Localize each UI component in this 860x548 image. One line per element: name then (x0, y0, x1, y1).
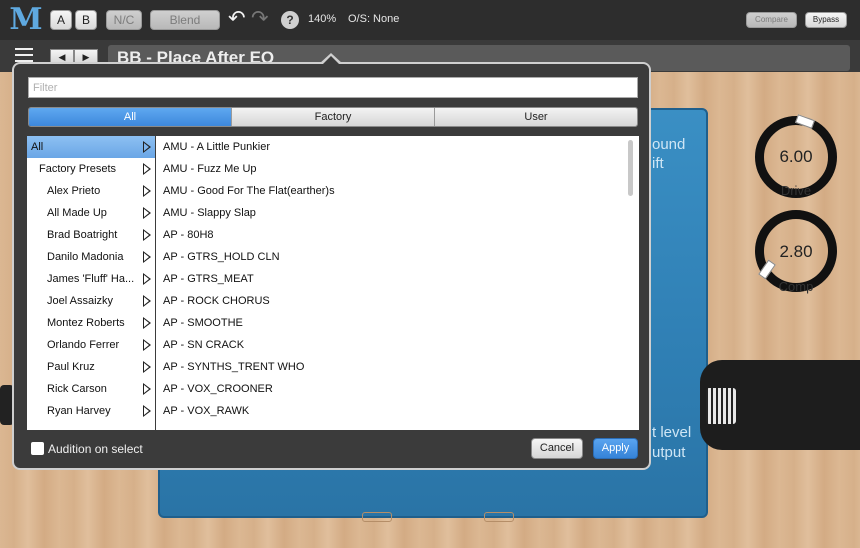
preset-list: AMU - A Little Punkier AMU - Fuzz Me Up … (159, 136, 639, 430)
expand-arrow-icon (143, 383, 151, 395)
list-item[interactable]: AMU - Slappy Slap (159, 202, 639, 224)
tab-factory[interactable]: Factory (232, 108, 435, 126)
pedal-text: ound (652, 136, 686, 153)
top-toolbar: M A B N/C Blend ↶ ↷ ? 140% O/S: None Com… (0, 0, 860, 40)
expand-arrow-icon (143, 163, 151, 175)
category-item[interactable]: All (27, 136, 155, 158)
expand-arrow-icon (143, 317, 151, 329)
expand-arrow-icon (143, 207, 151, 219)
list-item[interactable]: AMU - Fuzz Me Up (159, 158, 639, 180)
b-button[interactable]: B (75, 10, 97, 30)
popup-pointer-inner (322, 56, 340, 65)
preset-scrollbar-thumb[interactable] (628, 140, 633, 196)
drive-value: 6.00 (779, 147, 813, 166)
list-item[interactable]: AMU - A Little Punkier (159, 136, 639, 158)
category-item[interactable]: James 'Fluff' Ha... (27, 268, 155, 290)
screw (484, 512, 514, 522)
pedal-text: t level (652, 424, 692, 441)
undo-arrow-icon[interactable]: ↶ (228, 8, 246, 30)
plugin-logo: M (9, 2, 43, 37)
list-item[interactable]: AP - SMOOTHE (159, 312, 639, 334)
list-item[interactable]: AP - SYNTHS_TRENT WHO (159, 356, 639, 378)
expand-arrow-icon (143, 339, 151, 351)
source-tabs: All Factory User (28, 107, 638, 127)
tab-all[interactable]: All (29, 108, 232, 126)
comp-value: 2.80 (779, 242, 813, 261)
category-item[interactable]: Ryan Harvey (27, 400, 155, 422)
menu-icon[interactable] (15, 48, 33, 62)
expand-arrow-icon (143, 273, 151, 285)
comp-label: Comp (778, 279, 814, 294)
help-icon[interactable]: ? (281, 11, 299, 29)
bypass-button[interactable]: Bypass (805, 12, 847, 28)
oversampling-status[interactable]: O/S: None (348, 13, 399, 25)
nc-button[interactable]: N/C (106, 10, 142, 30)
category-item[interactable]: Rick Carson (27, 378, 155, 400)
expand-arrow-icon (143, 185, 151, 197)
blend-button[interactable]: Blend (150, 10, 220, 30)
list-item[interactable]: AP - GTRS_MEAT (159, 268, 639, 290)
category-item[interactable]: Joel Assaizky (27, 290, 155, 312)
category-item[interactable]: Paul Kruz (27, 356, 155, 378)
expand-arrow-icon (143, 251, 151, 263)
category-item[interactable]: Montez Roberts (27, 312, 155, 334)
category-item[interactable]: Factory Presets (27, 158, 155, 180)
expand-arrow-icon (143, 141, 151, 153)
filter-input[interactable] (28, 77, 638, 98)
tab-user[interactable]: User (435, 108, 637, 126)
list-item[interactable]: AP - GTRS_HOLD CLN (159, 246, 639, 268)
screw (362, 512, 392, 522)
expand-arrow-icon (143, 229, 151, 241)
category-item[interactable]: Orlando Ferrer (27, 334, 155, 356)
checkbox-box[interactable] (31, 442, 44, 455)
list-item[interactable]: AP - VOX_RAWK (159, 400, 639, 422)
expand-arrow-icon (143, 295, 151, 307)
list-item[interactable]: AP - ROCK CHORUS (159, 290, 639, 312)
category-list: All Factory Presets Alex Prieto All Made… (27, 136, 155, 430)
xlr-connector (706, 388, 736, 424)
list-item[interactable]: AP - SN CRACK (159, 334, 639, 356)
list-item[interactable]: AMU - Good For The Flat(earther)s (159, 180, 639, 202)
category-item[interactable]: Danilo Madonia (27, 246, 155, 268)
pedal-text: utput (652, 444, 686, 461)
list-item[interactable]: AP - VOX_CROONER (159, 378, 639, 400)
audition-checkbox[interactable]: Audition on select (31, 442, 143, 456)
apply-button[interactable]: Apply (593, 438, 638, 459)
a-button[interactable]: A (50, 10, 72, 30)
category-item[interactable]: All Made Up (27, 202, 155, 224)
category-item[interactable]: Brad Boatright (27, 224, 155, 246)
drive-label: Drive (780, 183, 812, 198)
compare-button[interactable]: Compare (746, 12, 797, 28)
list-item[interactable]: AP - 80H8 (159, 224, 639, 246)
expand-arrow-icon (143, 361, 151, 373)
pedal-text: ift (652, 155, 664, 172)
redo-arrow-icon[interactable]: ↷ (251, 8, 269, 30)
zoom-level[interactable]: 140% (308, 13, 336, 25)
audition-label: Audition on select (48, 442, 143, 456)
preset-browser-popup: All Factory User All Factory Presets Ale… (12, 62, 651, 470)
expand-arrow-icon (143, 405, 151, 417)
category-item[interactable]: Alex Prieto (27, 180, 155, 202)
cancel-button[interactable]: Cancel (531, 438, 583, 459)
